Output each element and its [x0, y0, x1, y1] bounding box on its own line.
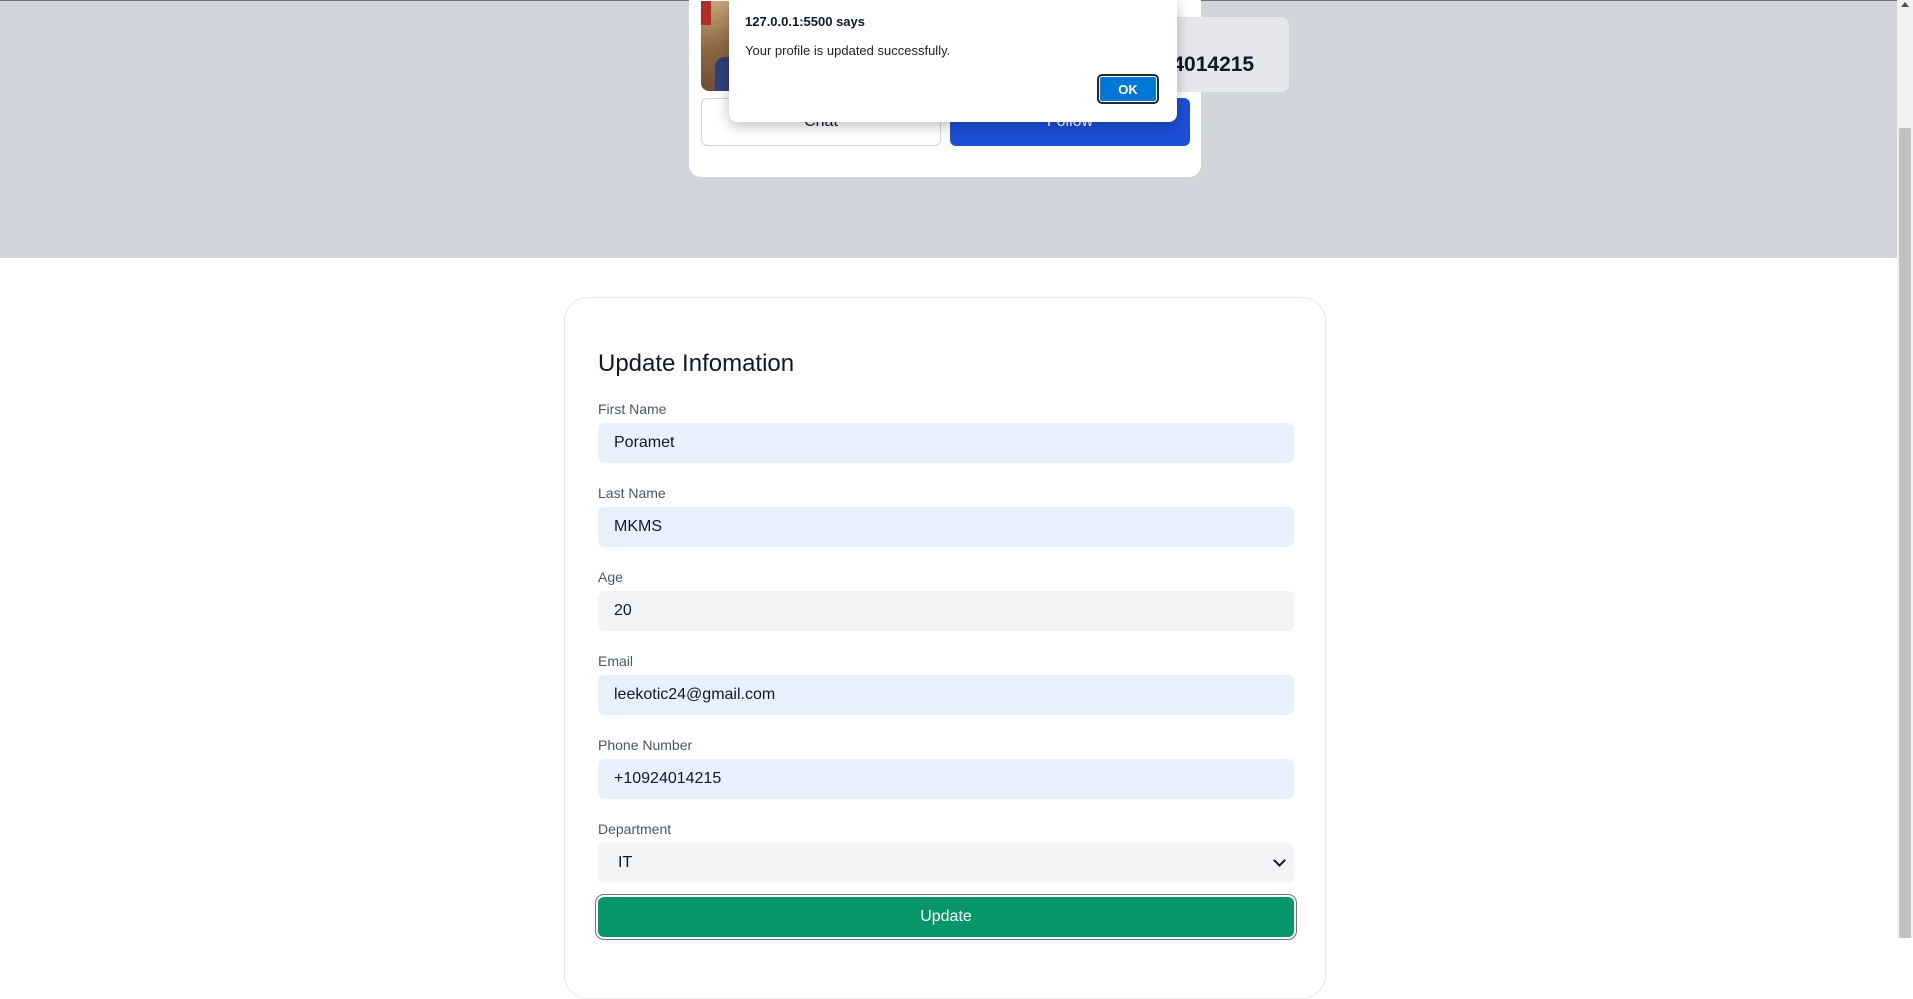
department-select[interactable]: IT: [598, 843, 1294, 883]
age-label: Age: [598, 569, 623, 585]
email-label: Email: [598, 653, 634, 669]
page-scrollbar[interactable]: [1897, 0, 1913, 938]
email-input[interactable]: leekotic24@gmail.com: [598, 675, 1294, 715]
first-name-label: First Name: [598, 401, 667, 417]
alert-ok-button[interactable]: OK: [1097, 74, 1159, 104]
alert-title: 127.0.0.1:5500 says: [745, 14, 865, 29]
phone-number-input[interactable]: +10924014215: [598, 759, 1294, 799]
update-form: Update Infomation First Name Poramet Las…: [564, 297, 1326, 999]
update-button[interactable]: Update: [598, 897, 1294, 937]
alert-dialog: 127.0.0.1:5500 says Your profile is upda…: [729, 0, 1177, 122]
scroll-up-arrow-icon[interactable]: [1901, 2, 1909, 7]
form-title: Update Infomation: [598, 350, 795, 377]
chevron-down-icon: [1273, 854, 1286, 867]
phone-number-label: Phone Number: [598, 737, 693, 753]
first-name-input[interactable]: Poramet: [598, 423, 1294, 463]
age-input[interactable]: 20: [598, 591, 1294, 631]
last-name-label: Last Name: [598, 485, 666, 501]
scroll-thumb[interactable]: [1899, 128, 1911, 938]
alert-message: Your profile is updated successfully.: [745, 43, 951, 58]
last-name-input[interactable]: MKMS: [598, 507, 1294, 547]
department-selected-value: IT: [618, 854, 633, 871]
department-label: Department: [598, 821, 672, 837]
